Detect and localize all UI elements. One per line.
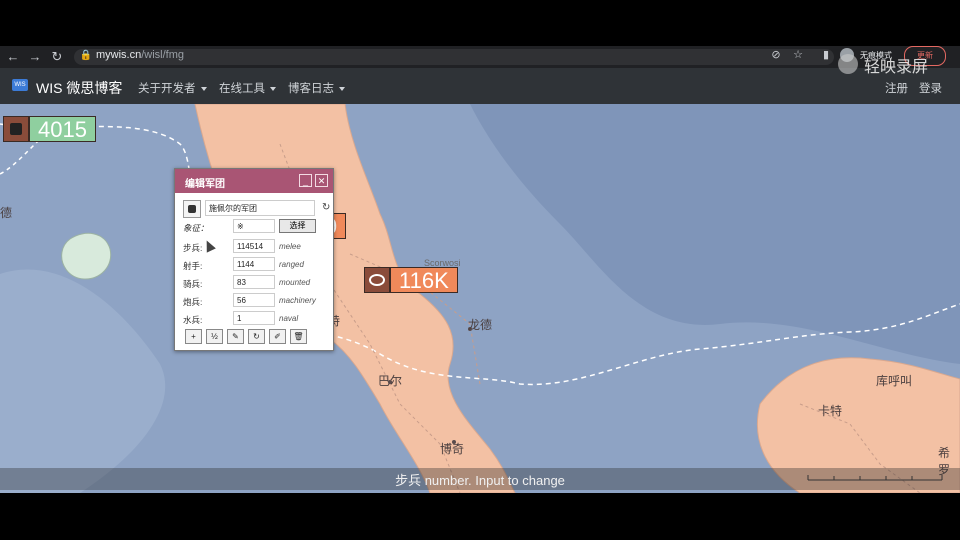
lock-icon[interactable]: 🔒 bbox=[78, 48, 94, 64]
archers-hint: ranged bbox=[279, 260, 304, 269]
regiment-icon[interactable] bbox=[183, 200, 201, 218]
army-marker[interactable]: 4015 bbox=[3, 116, 96, 142]
archers-label: 射手: bbox=[183, 261, 203, 271]
recorder-logo-icon bbox=[838, 54, 858, 74]
nav-tools[interactable]: 在线工具 bbox=[219, 80, 276, 96]
url-path: /wisl/fmg bbox=[141, 49, 185, 61]
nav-about[interactable]: 关于开发者 bbox=[138, 80, 207, 96]
infantry-input[interactable]: 114514 bbox=[233, 239, 275, 253]
cavalry-label: 骑兵: bbox=[183, 279, 203, 289]
sailors-label: 水兵: bbox=[183, 315, 203, 325]
forward-icon[interactable]: → bbox=[26, 48, 44, 66]
address-bar[interactable] bbox=[74, 49, 834, 65]
army-size-label: 116K bbox=[390, 267, 458, 293]
reload-icon[interactable]: ↻ bbox=[48, 48, 66, 66]
artillery-label: 炮兵: bbox=[183, 297, 203, 307]
star-icon[interactable]: ☆ bbox=[790, 47, 806, 63]
infantry-hint: melee bbox=[279, 242, 301, 251]
map-label: 巴尔 bbox=[378, 374, 403, 388]
army-marker[interactable]: 116K bbox=[364, 267, 458, 293]
caret-down-icon bbox=[339, 86, 345, 91]
regenerate-button[interactable]: ↻ bbox=[248, 329, 265, 344]
delete-button[interactable]: 🗑 bbox=[290, 329, 307, 344]
infantry-label: 步兵: bbox=[183, 243, 203, 253]
army-size-label: 4015 bbox=[29, 116, 96, 142]
map-svg bbox=[0, 104, 960, 493]
map-label: 龙德 bbox=[468, 318, 493, 332]
select-emblem-button[interactable]: 选择 bbox=[279, 219, 316, 233]
small-island bbox=[61, 232, 112, 280]
emblem-input[interactable]: ※ bbox=[233, 219, 275, 233]
login-link[interactable]: 登录 bbox=[919, 80, 942, 96]
caret-down-icon bbox=[200, 86, 207, 91]
site-logo[interactable]: WIS bbox=[12, 79, 28, 91]
register-link[interactable]: 注册 bbox=[885, 80, 908, 96]
emblem-label: 象征： bbox=[183, 223, 209, 233]
edit-button[interactable]: ✎ bbox=[227, 329, 244, 344]
eye-off-icon[interactable]: ⊘ bbox=[768, 47, 784, 63]
map-label: 德 bbox=[0, 206, 13, 220]
close-button[interactable]: ✕ bbox=[315, 174, 328, 187]
minimize-button[interactable]: _ bbox=[299, 174, 312, 187]
split-button[interactable]: ½ bbox=[206, 329, 223, 344]
site-brand[interactable]: WIS 微思博客 bbox=[36, 78, 122, 98]
nav-blog[interactable]: 博客日志 bbox=[288, 80, 345, 96]
map-label: 博奇 bbox=[440, 442, 465, 456]
edit-regiment-dialog: 编辑军团 _ ✕ 施佩尔的军团 ↻ 象征： ※ 选择 步兵: 114514 me… bbox=[174, 168, 334, 351]
caret-down-icon bbox=[270, 86, 276, 91]
skull-icon bbox=[364, 267, 390, 293]
sailors-hint: naval bbox=[279, 314, 299, 323]
cavalry-hint: mounted bbox=[279, 278, 311, 287]
archers-input[interactable]: 1144 bbox=[233, 257, 275, 271]
dialog-title: 编辑军团 bbox=[185, 179, 225, 190]
recorder-watermark: 轻映录屏 bbox=[864, 59, 929, 76]
sailors-input[interactable]: 1 bbox=[233, 311, 275, 325]
refresh-icon[interactable]: ↻ bbox=[322, 202, 330, 213]
regiment-name-input[interactable]: 施佩尔的军团 bbox=[205, 200, 315, 216]
back-icon[interactable]: ← bbox=[4, 48, 22, 66]
add-unit-button[interactable]: + bbox=[185, 329, 202, 344]
url-text[interactable]: mywis.cn/wisl/fmg bbox=[96, 48, 184, 62]
legend-button[interactable]: ✐ bbox=[269, 329, 286, 344]
map-label: 卡特 bbox=[818, 404, 843, 418]
sidepanel-icon[interactable]: ▮ bbox=[818, 47, 834, 63]
artillery-hint: machinery bbox=[279, 296, 316, 305]
artillery-input[interactable]: 56 bbox=[233, 293, 275, 307]
map-label: 库呼叫 bbox=[876, 374, 913, 388]
map-canvas[interactable]: Scorwosi 龙德 巴尔 博奇 卡特 库呼叫 希罗 德 特 4015 116… bbox=[0, 104, 960, 493]
url-host: mywis.cn bbox=[96, 49, 142, 61]
cavalry-input[interactable]: 83 bbox=[233, 275, 275, 289]
army-icon bbox=[3, 116, 29, 142]
scale-bar bbox=[807, 475, 943, 481]
